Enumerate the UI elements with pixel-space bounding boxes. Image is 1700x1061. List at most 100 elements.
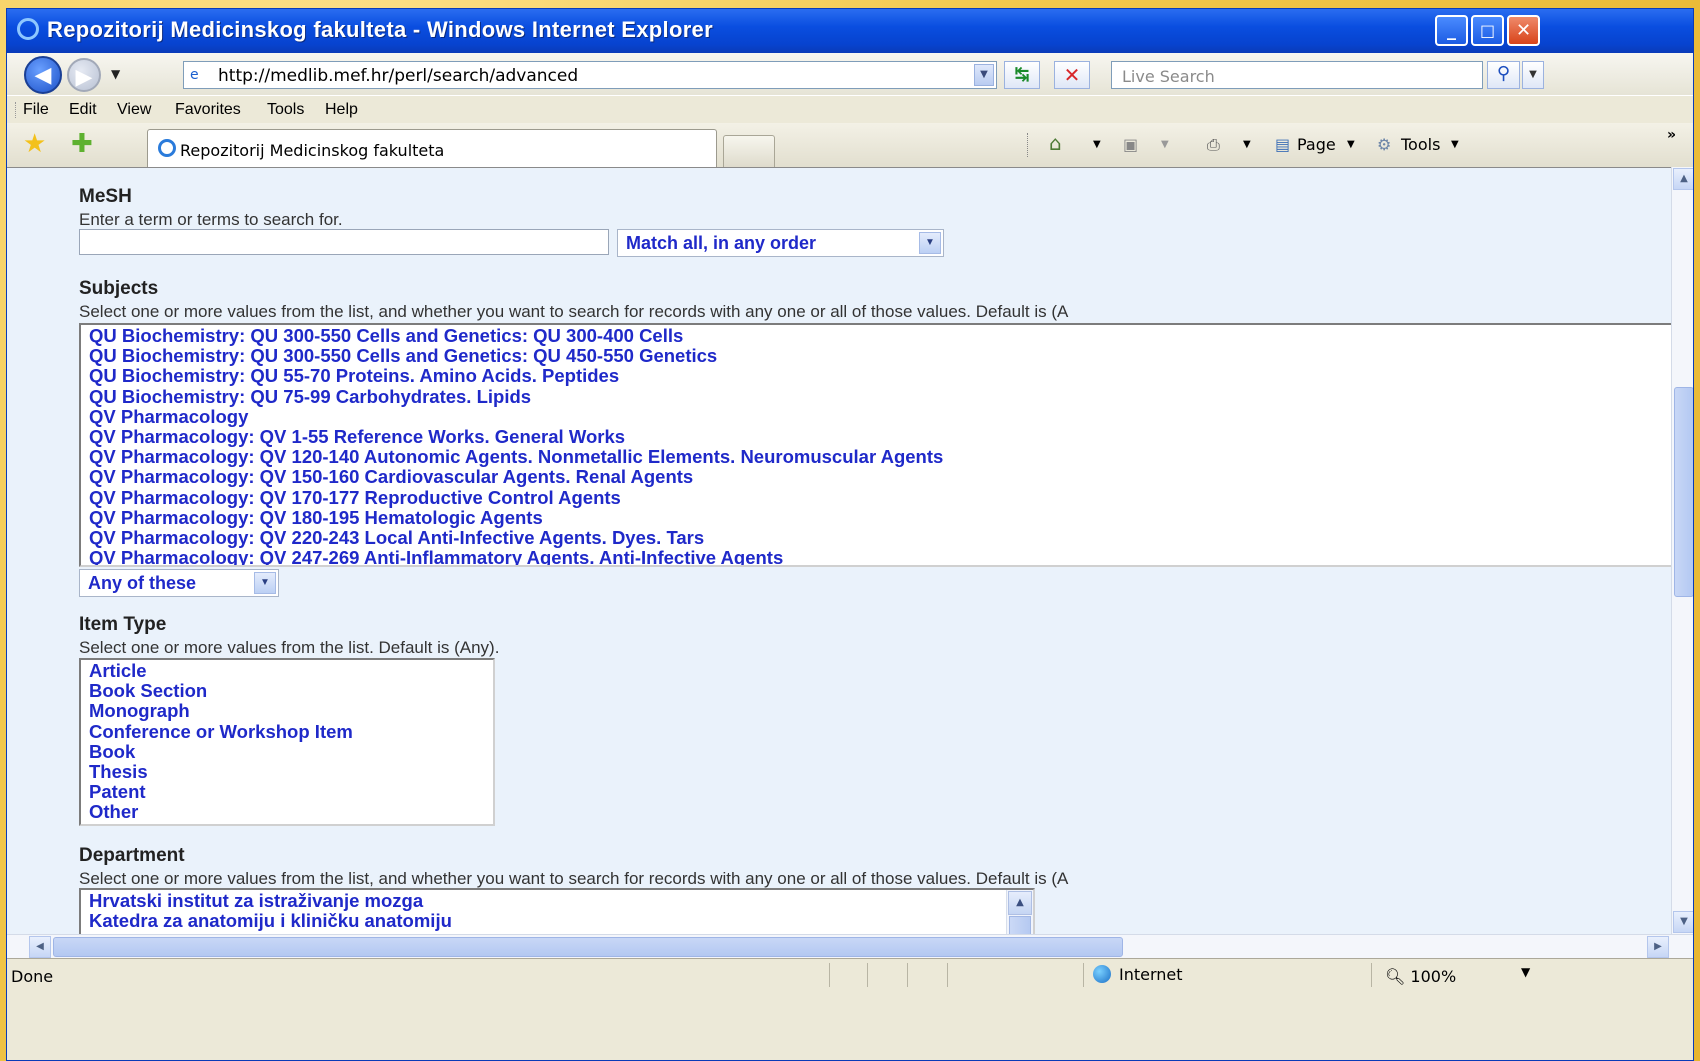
address-row: ◀ ▶ ▼ e http://medlib.mef.hr/perl/search… — [7, 53, 1693, 95]
zoom-level[interactable]: 🔍︎ 100% — [1385, 967, 1456, 986]
subject-option[interactable]: QU Biochemistry: QU 300-550 Cells and Ge… — [81, 346, 1671, 366]
scroll-thumb[interactable] — [1674, 387, 1693, 597]
subject-option[interactable]: QU Biochemistry: QU 300-550 Cells and Ge… — [81, 325, 1671, 346]
minimize-button[interactable]: _ — [1435, 15, 1468, 46]
scroll-down-icon[interactable]: ▼ — [1673, 911, 1693, 933]
new-tab-button[interactable] — [723, 135, 775, 167]
item-type-option[interactable]: Book Section — [81, 681, 493, 701]
feeds-icon[interactable]: ▣ — [1123, 135, 1138, 154]
department-scrollbar[interactable]: ▲ — [1006, 890, 1033, 935]
subjects-title: Subjects — [79, 278, 159, 299]
close-button[interactable]: ✕ — [1507, 15, 1540, 46]
command-separator — [1027, 133, 1028, 157]
status-separator — [867, 963, 868, 987]
mesh-help: Enter a term or terms to search for. — [79, 210, 343, 229]
page-horizontal-scrollbar[interactable]: ◀ ▶ — [7, 934, 1693, 959]
department-help: Select one or more values from the list,… — [79, 869, 1069, 888]
menu-help[interactable]: Help — [325, 101, 358, 119]
item-type-option[interactable]: Monograph — [81, 701, 493, 721]
subjects-match-select[interactable]: Any of these ▼ — [79, 569, 279, 597]
subject-option[interactable]: QU Biochemistry: QU 55-70 Proteins. Amin… — [81, 366, 1671, 386]
tools-gear-icon: ⚙ — [1377, 135, 1392, 154]
mesh-match-select[interactable]: Match all, in any order ▼ — [617, 229, 944, 257]
scroll-thumb[interactable] — [1009, 916, 1031, 935]
forward-button[interactable]: ▶ — [67, 58, 101, 92]
mesh-match-value: Match all, in any order — [626, 233, 817, 253]
stop-button[interactable]: ✕ — [1054, 61, 1090, 89]
globe-icon — [1093, 965, 1111, 983]
subject-option[interactable]: QV Pharmacology: QV 180-195 Hematologic … — [81, 507, 1671, 528]
search-button[interactable]: ⚲ — [1487, 61, 1520, 89]
maximize-button[interactable]: □ — [1471, 15, 1504, 46]
subject-option[interactable]: QV Pharmacology: QV 120-140 Autonomic Ag… — [81, 447, 1671, 467]
subjects-listbox[interactable]: QU Biochemistry: QU 300-550 Cells and Ge… — [79, 323, 1671, 567]
tab-command-bar: ★ ✚ Repozitorij Medicinskog fakulteta ⌂ … — [7, 123, 1693, 168]
status-separator — [1083, 963, 1084, 987]
print-dropdown-icon[interactable]: ▼ — [1243, 139, 1251, 150]
add-favorites-icon[interactable]: ✚ — [71, 131, 93, 157]
subject-option[interactable]: QU Biochemistry: QU 75-99 Carbohydrates.… — [81, 386, 1671, 407]
menu-view[interactable]: View — [117, 101, 151, 119]
tab-repozitorij[interactable]: Repozitorij Medicinskog fakulteta — [147, 129, 717, 167]
item-type-help: Select one or more values from the list.… — [79, 638, 500, 657]
security-zone[interactable]: Internet — [1093, 965, 1183, 984]
subject-option[interactable]: QV Pharmacology — [81, 406, 1671, 427]
department-listbox[interactable]: Hrvatski institut za istraživanje mozga … — [79, 888, 1035, 935]
refresh-button[interactable]: ↹ — [1004, 61, 1040, 89]
scroll-thumb[interactable] — [53, 937, 1123, 957]
page-menu-icon: ▤ — [1275, 135, 1291, 154]
department-option[interactable]: Katedra za anatomiju i kliničku anatomij… — [81, 911, 1033, 931]
item-type-option[interactable]: Patent — [81, 782, 493, 802]
history-dropdown-icon[interactable]: ▼ — [111, 67, 120, 81]
item-type-option[interactable]: Thesis — [81, 761, 493, 782]
item-type-listbox[interactable]: Article Book Section Monograph Conferenc… — [79, 658, 495, 826]
favorites-star-icon[interactable]: ★ — [23, 131, 46, 157]
menu-edit[interactable]: Edit — [69, 101, 97, 119]
item-type-option[interactable]: Other — [81, 802, 493, 822]
home-icon[interactable]: ⌂ — [1049, 131, 1062, 155]
item-type-option[interactable]: Book — [81, 741, 493, 762]
page-content: MeSH Enter a term or terms to search for… — [7, 167, 1671, 935]
tab-ie-icon — [158, 139, 176, 157]
subject-option[interactable]: QV Pharmacology: QV 220-243 Local Anti-I… — [81, 527, 1671, 548]
home-dropdown-icon[interactable]: ▼ — [1093, 139, 1101, 150]
address-field[interactable]: e http://medlib.mef.hr/perl/search/advan… — [183, 61, 997, 89]
menu-file[interactable]: File — [23, 101, 49, 119]
menu-tools[interactable]: Tools — [267, 101, 304, 119]
subject-option[interactable]: QV Pharmacology: QV 150-160 Cardiovascul… — [81, 467, 1671, 487]
status-text: Done — [11, 967, 54, 986]
scroll-left-icon[interactable]: ◀ — [29, 936, 51, 958]
status-separator — [829, 963, 830, 987]
more-commands-icon[interactable]: » — [1667, 127, 1676, 143]
url-text: http://medlib.mef.hr/perl/search/advance… — [218, 66, 579, 86]
scroll-right-icon[interactable]: ▶ — [1647, 936, 1669, 958]
search-options-dropdown[interactable]: ▼ — [1522, 61, 1544, 89]
page-dropdown-icon[interactable]: ▼ — [1347, 139, 1355, 150]
back-button[interactable]: ◀ — [24, 56, 62, 94]
tools-dropdown-icon[interactable]: ▼ — [1451, 139, 1459, 150]
subject-option[interactable]: QV Pharmacology: QV 1-55 Reference Works… — [81, 426, 1671, 447]
scroll-up-icon[interactable]: ▲ — [1008, 891, 1032, 915]
item-type-title: Item Type — [79, 614, 167, 635]
status-separator — [907, 963, 908, 987]
department-option[interactable]: Hrvatski institut za istraživanje mozga — [81, 890, 1033, 911]
subject-option[interactable]: QV Pharmacology: QV 247-269 Anti-Inflamm… — [81, 548, 1671, 565]
status-separator — [1371, 963, 1372, 987]
feeds-dropdown-icon[interactable]: ▼ — [1161, 139, 1169, 150]
tab-label: Repozitorij Medicinskog fakulteta — [180, 141, 445, 160]
zoom-dropdown-icon[interactable]: ▼ — [1521, 965, 1530, 979]
live-search-input[interactable]: Live Search — [1111, 61, 1483, 89]
item-type-option[interactable]: Article — [81, 660, 493, 681]
address-dropdown-icon[interactable]: ▼ — [974, 64, 994, 86]
tools-menu-button[interactable]: Tools — [1401, 135, 1440, 154]
zoom-icon: 🔍︎ — [1385, 967, 1406, 986]
item-type-option[interactable]: Conference or Workshop Item — [81, 721, 493, 742]
menu-grip — [15, 102, 19, 118]
menu-favorites[interactable]: Favorites — [175, 101, 241, 119]
page-vertical-scrollbar[interactable]: ▲ ▼ — [1671, 167, 1693, 934]
mesh-input[interactable] — [79, 229, 609, 255]
scroll-up-icon[interactable]: ▲ — [1673, 168, 1693, 190]
print-icon[interactable]: ⎙ — [1207, 135, 1220, 155]
subject-option[interactable]: QV Pharmacology: QV 170-177 Reproductive… — [81, 487, 1671, 508]
page-menu-button[interactable]: Page — [1297, 135, 1336, 154]
